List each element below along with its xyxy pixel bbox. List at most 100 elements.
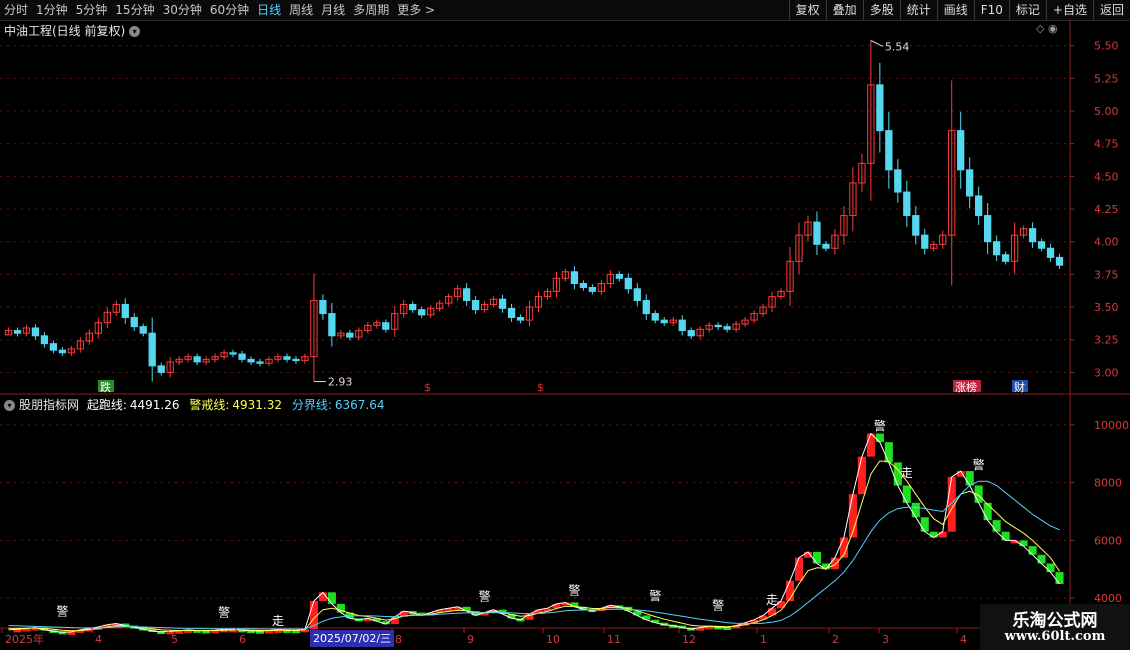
x-tick-label: 2 [832, 633, 839, 646]
candle-body [292, 358, 300, 362]
candle-body [903, 191, 911, 217]
multi-stock-button[interactable]: 多股 [862, 0, 900, 20]
add-favorite-button[interactable]: +自选 [1045, 0, 1093, 20]
candle-body [319, 300, 327, 315]
candle-body [40, 335, 49, 345]
event-badge-label: 财 [1014, 380, 1025, 394]
tab-5min[interactable]: 5分钟 [72, 0, 112, 20]
back-button[interactable]: 返回 [1092, 0, 1130, 20]
x-tick-label: 4 [95, 633, 102, 646]
stats-button[interactable]: 统计 [899, 0, 937, 20]
indicator-tick-label: 6000 [1094, 534, 1122, 547]
candle-body [723, 326, 731, 330]
candle-body [121, 303, 129, 319]
falling-block [1055, 572, 1064, 584]
fuquan-button[interactable]: 复权 [788, 0, 826, 20]
go-signal: 走 [272, 614, 284, 628]
price-tick-label: 4.00 [1094, 236, 1119, 249]
f10-button[interactable]: F10 [973, 0, 1009, 20]
candle-body [992, 241, 1001, 256]
candle-body [49, 343, 58, 351]
candle-body [516, 317, 525, 321]
candle-body [498, 298, 507, 309]
tab-1min[interactable]: 1分钟 [32, 0, 72, 20]
falling-block [642, 615, 651, 620]
candle-body [957, 130, 965, 171]
price-tick-label: 3.25 [1094, 334, 1119, 347]
tab-more-label: 更多 [397, 3, 422, 17]
tab-30min[interactable]: 30分钟 [159, 0, 206, 20]
x-tick-label: 3 [882, 633, 889, 646]
tab-multi-period[interactable]: 多周期 [349, 0, 393, 20]
candle-body [507, 307, 516, 319]
price-tick-label: 3.00 [1094, 366, 1119, 379]
x-tick-label: 11 [607, 633, 621, 646]
tab-fenshi[interactable]: 分时 [0, 0, 32, 20]
candle-body [660, 319, 668, 324]
mark-button[interactable]: 标记 [1008, 0, 1046, 20]
indicator-tick-label: 8000 [1094, 477, 1122, 490]
event-badge-label: $ [424, 381, 431, 394]
candle-body [921, 234, 929, 249]
warn-signal: 警 [568, 582, 580, 597]
falling-block [965, 471, 974, 486]
candle-body [471, 300, 480, 311]
falling-block [812, 551, 822, 564]
draw-line-button[interactable]: 画线 [936, 0, 974, 20]
falling-block [1046, 563, 1055, 573]
candle-body [822, 243, 830, 249]
rising-block [866, 433, 875, 457]
falling-block [992, 520, 1001, 532]
candle-body [193, 356, 201, 363]
falling-block [920, 517, 929, 532]
candle-body [382, 322, 390, 330]
falling-block [884, 442, 893, 463]
candle-body [157, 365, 165, 373]
x-tick-label: 4 [960, 633, 967, 646]
candle-body [1046, 247, 1055, 258]
warn-signal: 警 [973, 457, 985, 472]
x-tick-label: 1 [760, 633, 767, 646]
candle-body [328, 313, 336, 337]
chart-area[interactable]: 3.00 3.25 3.50 3.75 4.00 4.25 4.50 4.75 5.00 5.25… [0, 20, 1130, 650]
falling-block [911, 502, 920, 518]
tab-daily[interactable]: 日线 [253, 0, 285, 20]
candle-body [984, 215, 992, 243]
candle-body [418, 309, 426, 316]
watermark-url: www.60lt.com [1004, 629, 1106, 644]
chevron-right-icon: > [425, 3, 436, 17]
tab-monthly[interactable]: 月线 [317, 0, 349, 20]
event-badge-label: 跌 [100, 380, 111, 394]
price-tick-label: 4.25 [1094, 203, 1119, 216]
candle-body [1055, 256, 1064, 266]
rising-block [830, 557, 839, 570]
price-tick-label: 5.50 [1094, 40, 1119, 53]
go-signal: 走 [766, 593, 778, 607]
x-tick-label: 2025年 [5, 632, 44, 646]
tab-weekly[interactable]: 周线 [285, 0, 317, 20]
candle-body [579, 283, 588, 288]
candle-body [975, 195, 983, 217]
x-tick-label: 5 [171, 633, 178, 646]
watermark: 乐淘公式网 www.60lt.com [980, 604, 1130, 650]
price-tick-label: 4.75 [1094, 138, 1119, 151]
tab-more[interactable]: 更多 > [393, 0, 439, 20]
falling-block [1001, 531, 1010, 541]
candle-body [678, 319, 686, 332]
tab-60min[interactable]: 60分钟 [206, 0, 253, 20]
overlay-button[interactable]: 叠加 [825, 0, 863, 20]
falling-block [875, 433, 884, 443]
candle-body [346, 332, 354, 338]
candle-body [642, 300, 650, 315]
x-tick-label: 8 [395, 633, 402, 646]
rising-block [759, 615, 768, 620]
candle-body [31, 327, 40, 337]
toolbar-buttons: 复权 叠加 多股 统计 画线 F10 标记 +自选 返回 [788, 0, 1130, 20]
price-tick-label: 5.25 [1094, 72, 1119, 85]
indicator-tick-label: 10000 [1094, 419, 1129, 432]
warn-signal: 警 [56, 603, 68, 618]
tab-15min[interactable]: 15分钟 [111, 0, 158, 20]
go-signal: 走 [901, 466, 913, 480]
candle-body [238, 353, 246, 360]
candle-body [283, 356, 291, 360]
